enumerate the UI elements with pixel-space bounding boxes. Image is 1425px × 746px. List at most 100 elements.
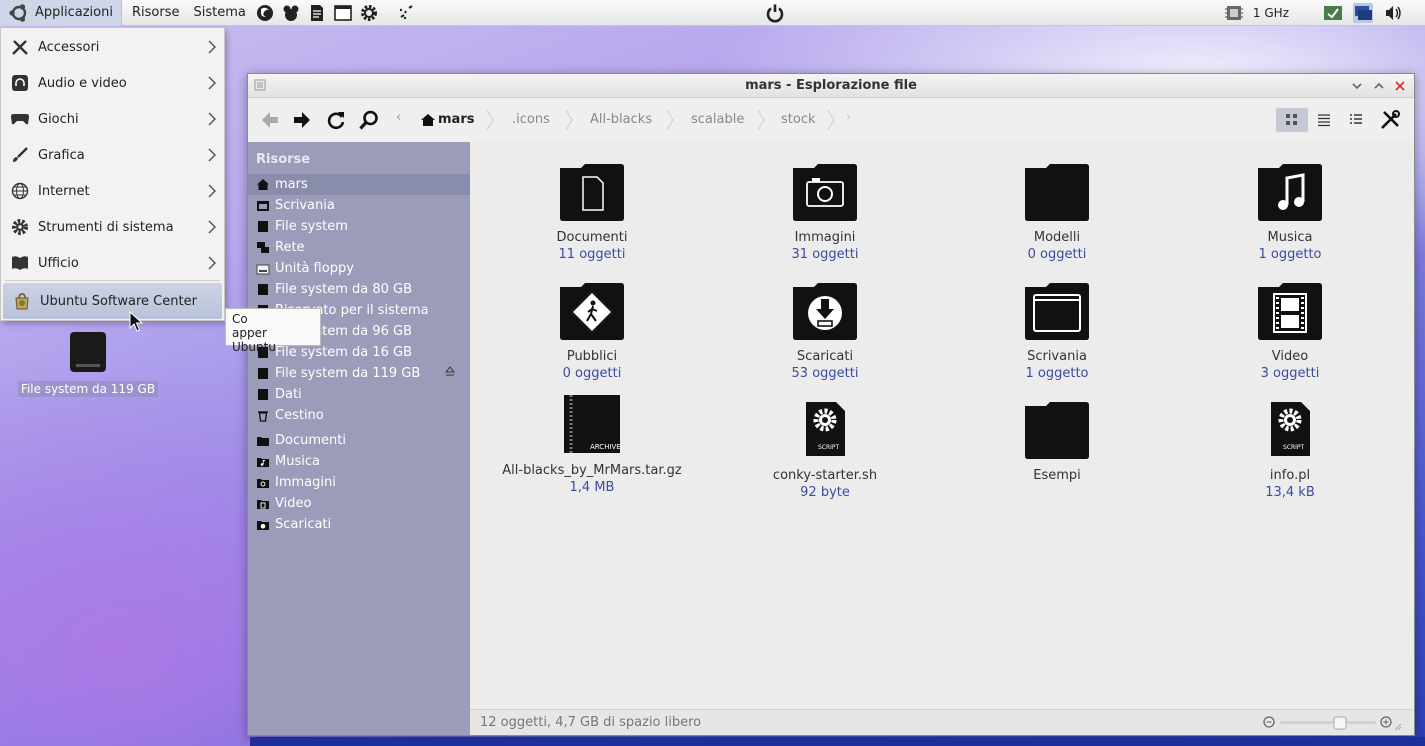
text-editor-icon[interactable] bbox=[306, 2, 328, 24]
folder-icon bbox=[256, 434, 270, 448]
sidebar-item-filesystem[interactable]: File system bbox=[248, 216, 470, 237]
breadcrumb-item-all-blacks[interactable]: All-blacks bbox=[590, 112, 652, 127]
menu-item-internet[interactable]: Internet bbox=[1, 173, 224, 209]
sidebar-bookmark-pictures[interactable]: Immagini bbox=[248, 472, 470, 493]
reload-button[interactable] bbox=[324, 108, 348, 132]
maximize-icon[interactable] bbox=[1372, 79, 1386, 93]
pictures-folder-icon bbox=[793, 164, 857, 221]
volume-icon[interactable] bbox=[1383, 3, 1403, 23]
terminal-icon[interactable] bbox=[332, 2, 354, 24]
menu-item-audio-video[interactable]: Audio e video bbox=[1, 65, 224, 101]
drive-icon bbox=[256, 367, 270, 381]
breadcrumb-item-icons[interactable]: .icons bbox=[512, 112, 550, 127]
file-item-video[interactable]: Video 3 oggetti bbox=[1190, 281, 1390, 391]
sidebar-item-fs-119gb[interactable]: File system da 119 GB bbox=[248, 363, 470, 384]
icon-view-button[interactable] bbox=[1276, 108, 1308, 132]
compact-view-button[interactable] bbox=[1340, 108, 1372, 132]
file-item-archive[interactable]: ARCHIVE All-blacks_by_MrMars.tar.gz 1,4 … bbox=[492, 395, 692, 505]
sidebar-bookmark-video[interactable]: Video bbox=[248, 493, 470, 514]
sidebar-item-fs-80gb[interactable]: File system da 80 GB bbox=[248, 279, 470, 300]
power-icon[interactable] bbox=[764, 2, 786, 24]
menu-item-strumenti-sistema[interactable]: Strumenti di sistema bbox=[1, 209, 224, 245]
sidebar-item-network[interactable]: Rete bbox=[248, 237, 470, 258]
floppy-icon bbox=[256, 262, 270, 276]
desktop-icon bbox=[256, 199, 270, 213]
sidebar-bookmark-documents[interactable]: Documenti bbox=[248, 430, 470, 451]
eject-icon[interactable] bbox=[444, 365, 456, 377]
file-item-esempi[interactable]: Esempi bbox=[957, 400, 1157, 510]
status-text: 12 oggetti, 4,7 GB di spazio libero bbox=[480, 715, 702, 730]
zoom-slider-handle[interactable] bbox=[1333, 716, 1347, 730]
breadcrumb-scroll-right[interactable]: › bbox=[846, 110, 851, 125]
sidebar-bookmark-music[interactable]: Musica bbox=[248, 451, 470, 472]
breadcrumb-separator-icon bbox=[827, 109, 835, 131]
workspace-switcher-icon[interactable] bbox=[1353, 3, 1373, 23]
close-icon[interactable] bbox=[1393, 79, 1407, 93]
tooltip-line-1: Co bbox=[232, 312, 248, 326]
drive-icon bbox=[256, 220, 270, 234]
file-item-immagini[interactable]: Immagini 31 oggetti bbox=[725, 162, 925, 272]
file-item-modelli[interactable]: Modelli 0 oggetti bbox=[957, 162, 1157, 272]
file-manager-window: mars - Esplorazione file ‹ mars .icons A… bbox=[247, 73, 1415, 736]
sidebar-item-trash[interactable]: Cestino bbox=[248, 405, 470, 426]
file-item-documenti[interactable]: Documenti 11 oggetti bbox=[492, 162, 692, 272]
settings-icon[interactable] bbox=[358, 2, 380, 24]
file-item-scaricati[interactable]: Scaricati 53 oggetti bbox=[725, 281, 925, 391]
chevron-right-icon bbox=[208, 184, 216, 198]
menu-item-software-center[interactable]: Ubuntu Software Center bbox=[3, 283, 222, 319]
file-item-conky-starter[interactable]: SCRIPT conky-starter.sh 92 byte bbox=[725, 400, 925, 510]
places-menu-button[interactable]: Risorse bbox=[126, 0, 186, 26]
view-mode-group bbox=[1276, 108, 1372, 132]
breadcrumb-item-scalable[interactable]: scalable bbox=[691, 112, 744, 127]
search-button[interactable] bbox=[357, 108, 381, 132]
file-item-musica[interactable]: Musica 1 oggetto bbox=[1190, 162, 1390, 272]
applications-menu-button[interactable]: Applicazioni bbox=[0, 0, 122, 26]
mouse-cursor-icon bbox=[129, 311, 143, 332]
sidebar-bookmark-downloads[interactable]: Scaricati bbox=[248, 514, 470, 535]
sidebar-item-desktop[interactable]: Scrivania bbox=[248, 195, 470, 216]
file-item-info-pl[interactable]: SCRIPT info.pl 13,4 kB bbox=[1190, 400, 1390, 510]
sidebar-item-floppy[interactable]: Unità floppy bbox=[248, 258, 470, 279]
breadcrumb-separator-icon bbox=[757, 109, 765, 131]
update-notifier-icon[interactable] bbox=[1323, 3, 1343, 23]
menu-item-ufficio[interactable]: Ufficio bbox=[1, 245, 224, 281]
file-item-scrivania[interactable]: Scrivania 1 oggetto bbox=[957, 281, 1157, 391]
preferences-button[interactable] bbox=[1378, 108, 1402, 132]
archive-file-icon: ARCHIVE bbox=[564, 395, 621, 453]
zoom-out-icon[interactable] bbox=[1263, 716, 1275, 728]
breadcrumb-home[interactable]: mars bbox=[420, 112, 474, 127]
zoom-in-icon[interactable] bbox=[1380, 716, 1392, 728]
firefox-icon[interactable] bbox=[254, 2, 276, 24]
gimp-icon[interactable] bbox=[280, 2, 302, 24]
cpu-frequency: 1 GHz bbox=[1252, 6, 1289, 20]
chevron-right-icon bbox=[208, 148, 216, 162]
forward-button[interactable] bbox=[290, 108, 314, 132]
breadcrumb-item-stock[interactable]: stock bbox=[781, 112, 816, 127]
breadcrumb-scroll-left[interactable]: ‹ bbox=[396, 110, 401, 125]
chevron-right-icon bbox=[208, 40, 216, 54]
zoom-slider[interactable] bbox=[1262, 715, 1402, 731]
file-view: Documenti 11 oggetti Immagini 31 oggetti… bbox=[470, 142, 1414, 709]
desktop-bottom-strip bbox=[250, 737, 1425, 746]
desktop-drive-icon[interactable]: File system da 119 GB bbox=[16, 330, 160, 397]
sidebar-item-home[interactable]: mars bbox=[248, 174, 470, 195]
resize-grip-icon[interactable] bbox=[1394, 723, 1402, 731]
minimize-icon[interactable] bbox=[1350, 79, 1364, 93]
menu-item-grafica[interactable]: Grafica bbox=[1, 137, 224, 173]
system-menu-button[interactable]: Sistema bbox=[187, 0, 251, 26]
sparkle-launcher-icon[interactable] bbox=[396, 2, 418, 24]
toolbar: ‹ mars .icons All-blacks scalable stock … bbox=[248, 98, 1414, 142]
sidebar-item-dati[interactable]: Dati bbox=[248, 384, 470, 405]
cpu-monitor-icon[interactable] bbox=[1224, 3, 1244, 23]
chevron-right-icon bbox=[208, 76, 216, 90]
menu-item-giochi[interactable]: Giochi bbox=[1, 101, 224, 137]
tooltip: Co apper Ubuntu bbox=[225, 308, 321, 354]
reload-icon bbox=[327, 112, 345, 130]
headphones-icon bbox=[10, 73, 30, 93]
list-view-button[interactable] bbox=[1308, 108, 1340, 132]
back-button[interactable] bbox=[258, 108, 282, 132]
window-titlebar[interactable]: mars - Esplorazione file bbox=[248, 74, 1414, 98]
file-item-pubblici[interactable]: Pubblici 0 oggetti bbox=[492, 281, 692, 391]
arrow-right-icon bbox=[294, 112, 310, 128]
menu-item-accessori[interactable]: Accessori bbox=[1, 29, 224, 65]
